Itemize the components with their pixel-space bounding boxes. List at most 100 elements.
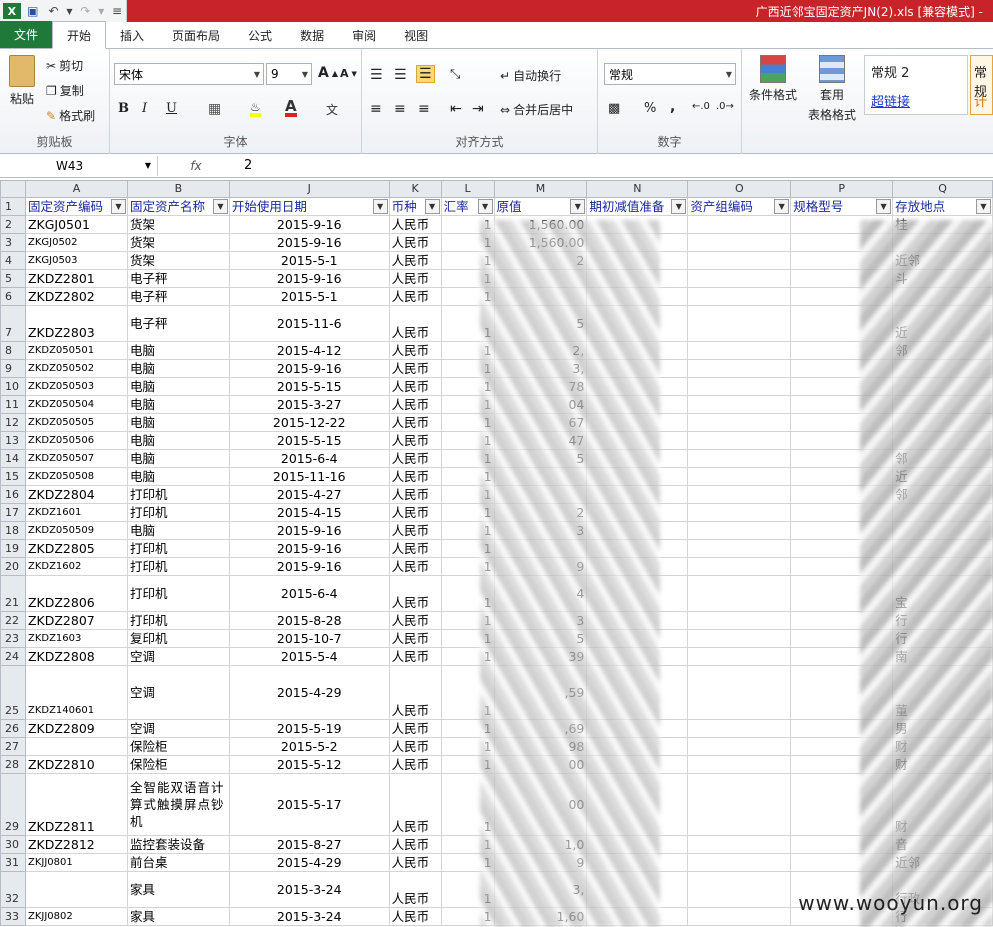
- cell-asset-group[interactable]: [687, 521, 792, 540]
- row-header[interactable]: 23: [0, 629, 26, 648]
- cell-asset-code[interactable]: ZKGJ0502: [24, 233, 128, 252]
- cell-asset-code[interactable]: ZKDZ2812: [24, 835, 128, 854]
- cell-asset-code[interactable]: ZKDZ1603: [24, 629, 128, 648]
- row-header[interactable]: 21: [0, 575, 26, 612]
- cell-asset-name[interactable]: 电子秤: [126, 269, 230, 288]
- insert-function-button[interactable]: fx: [158, 159, 234, 173]
- cell-start-date[interactable]: 2015-4-15: [228, 503, 390, 522]
- cell-asset-code[interactable]: ZKDZ2811: [24, 773, 128, 836]
- style-normal-2[interactable]: 常规 2: [871, 62, 909, 81]
- cell-start-date[interactable]: 2015-8-28: [228, 611, 390, 630]
- cell-currency[interactable]: 人民币: [388, 773, 442, 836]
- cell-asset-group[interactable]: [687, 467, 792, 486]
- name-box[interactable]: W43 ▼: [0, 155, 158, 176]
- row-header[interactable]: 24: [0, 647, 26, 666]
- cell-asset-code[interactable]: [24, 871, 128, 908]
- filter-dropdown-icon[interactable]: ▼: [110, 199, 126, 214]
- header-cell-rate[interactable]: 汇率 ▼: [440, 197, 495, 216]
- phonetic-button[interactable]: 文: [326, 101, 338, 118]
- align-left-button[interactable]: ≡: [370, 101, 382, 117]
- cell-asset-group[interactable]: [687, 611, 792, 630]
- cell-currency[interactable]: 人民币: [388, 503, 442, 522]
- row-header[interactable]: 17: [0, 503, 26, 522]
- cell-asset-code[interactable]: ZKDZ050505: [24, 413, 128, 432]
- cell-start-date[interactable]: 2015-3-24: [228, 907, 390, 926]
- filter-dropdown-icon[interactable]: ▼: [774, 199, 790, 214]
- cell-asset-group[interactable]: [687, 341, 792, 360]
- align-center-button[interactable]: ≡: [394, 101, 406, 117]
- percent-button[interactable]: %: [644, 101, 656, 116]
- cell-asset-code[interactable]: ZKDZ2809: [24, 719, 128, 738]
- undo-icon[interactable]: ↶: [45, 3, 63, 19]
- merge-center-button[interactable]: ⇔ 合并后居中: [500, 101, 573, 118]
- row-header[interactable]: 10: [0, 377, 26, 396]
- font-name-combo[interactable]: 宋体 ▼: [114, 63, 264, 85]
- cell-asset-group[interactable]: [687, 503, 792, 522]
- cell-asset-group[interactable]: [687, 871, 792, 908]
- cell-currency[interactable]: 人民币: [388, 233, 442, 252]
- row-header[interactable]: 5: [0, 269, 26, 288]
- cell-currency[interactable]: 人民币: [388, 449, 442, 468]
- tab-view[interactable]: 视图: [390, 22, 442, 48]
- decrease-decimal-button[interactable]: .0→: [716, 101, 734, 112]
- column-header-n[interactable]: N: [586, 180, 689, 198]
- align-middle-button[interactable]: ☰: [394, 67, 407, 83]
- cell-asset-code[interactable]: ZKDZ2806: [24, 575, 128, 612]
- cell-asset-name[interactable]: 前台桌: [126, 853, 230, 872]
- cell-asset-group[interactable]: [687, 557, 792, 576]
- cell-asset-code[interactable]: ZKDZ2801: [24, 269, 128, 288]
- row-header[interactable]: 9: [0, 359, 26, 378]
- cell-asset-group[interactable]: [687, 251, 792, 270]
- cell-currency[interactable]: 人民币: [388, 269, 442, 288]
- cell-currency[interactable]: 人民币: [388, 755, 442, 774]
- column-header-k[interactable]: K: [388, 180, 442, 198]
- cell-asset-code[interactable]: ZKDZ2808: [24, 647, 128, 666]
- cell-start-date[interactable]: 2015-5-19: [228, 719, 390, 738]
- cell-asset-name[interactable]: 家具: [126, 871, 230, 908]
- cell-asset-name[interactable]: 打印机: [126, 503, 230, 522]
- header-cell-asset-group[interactable]: 资产组编码 ▼: [687, 197, 792, 216]
- cell-start-date[interactable]: 2015-4-29: [228, 853, 390, 872]
- cell-start-date[interactable]: 2015-9-16: [228, 521, 390, 540]
- cell-start-date[interactable]: 2015-11-6: [228, 305, 390, 342]
- cell-asset-group[interactable]: [687, 835, 792, 854]
- align-bottom-button[interactable]: ☰: [416, 65, 435, 83]
- cell-asset-name[interactable]: 货架: [126, 215, 230, 234]
- cell-start-date[interactable]: 2015-5-1: [228, 287, 390, 306]
- cut-button[interactable]: ✂ 剪切: [46, 57, 83, 74]
- style-hyperlink[interactable]: 超链接: [871, 91, 910, 110]
- cell-start-date[interactable]: 2015-3-27: [228, 395, 390, 414]
- filter-dropdown-icon[interactable]: ▼: [976, 199, 991, 214]
- cell-asset-code[interactable]: ZKDZ050504: [24, 395, 128, 414]
- fill-color-button[interactable]: ♨: [250, 101, 261, 117]
- cell-currency[interactable]: 人民币: [388, 719, 442, 738]
- cell-asset-name[interactable]: 空调: [126, 719, 230, 738]
- redo-dropdown-icon[interactable]: ▼: [97, 3, 105, 19]
- cell-asset-group[interactable]: [687, 431, 792, 450]
- row-header[interactable]: 15: [0, 467, 26, 486]
- row-header[interactable]: 31: [0, 853, 26, 872]
- cell-currency[interactable]: 人民币: [388, 665, 442, 720]
- cell-asset-name[interactable]: 保险柜: [126, 737, 230, 756]
- column-header-m[interactable]: M: [493, 180, 588, 198]
- cell-asset-name[interactable]: 空调: [126, 665, 230, 720]
- tab-home[interactable]: 开始: [52, 21, 107, 49]
- underline-button[interactable]: U: [166, 101, 177, 116]
- cell-asset-code[interactable]: [24, 737, 128, 756]
- row-header[interactable]: 4: [0, 251, 26, 270]
- cell-asset-group[interactable]: [687, 449, 792, 468]
- cell-asset-group[interactable]: [687, 215, 792, 234]
- cell-asset-name[interactable]: 打印机: [126, 485, 230, 504]
- header-cell-location[interactable]: 存放地点 ▼: [892, 197, 993, 216]
- cell-asset-name[interactable]: 电脑: [126, 449, 230, 468]
- cell-asset-name[interactable]: 保险柜: [126, 755, 230, 774]
- cell-currency[interactable]: 人民币: [388, 467, 442, 486]
- cell-asset-code[interactable]: ZKJJ0802: [24, 907, 128, 926]
- column-header-p[interactable]: P: [790, 180, 894, 198]
- cell-asset-name[interactable]: 电脑: [126, 359, 230, 378]
- row-header[interactable]: 22: [0, 611, 26, 630]
- row-header[interactable]: 32: [0, 871, 26, 908]
- save-icon[interactable]: ▣: [24, 3, 42, 19]
- cell-asset-name[interactable]: 电脑: [126, 341, 230, 360]
- customize-qat-icon[interactable]: ≡: [108, 3, 126, 19]
